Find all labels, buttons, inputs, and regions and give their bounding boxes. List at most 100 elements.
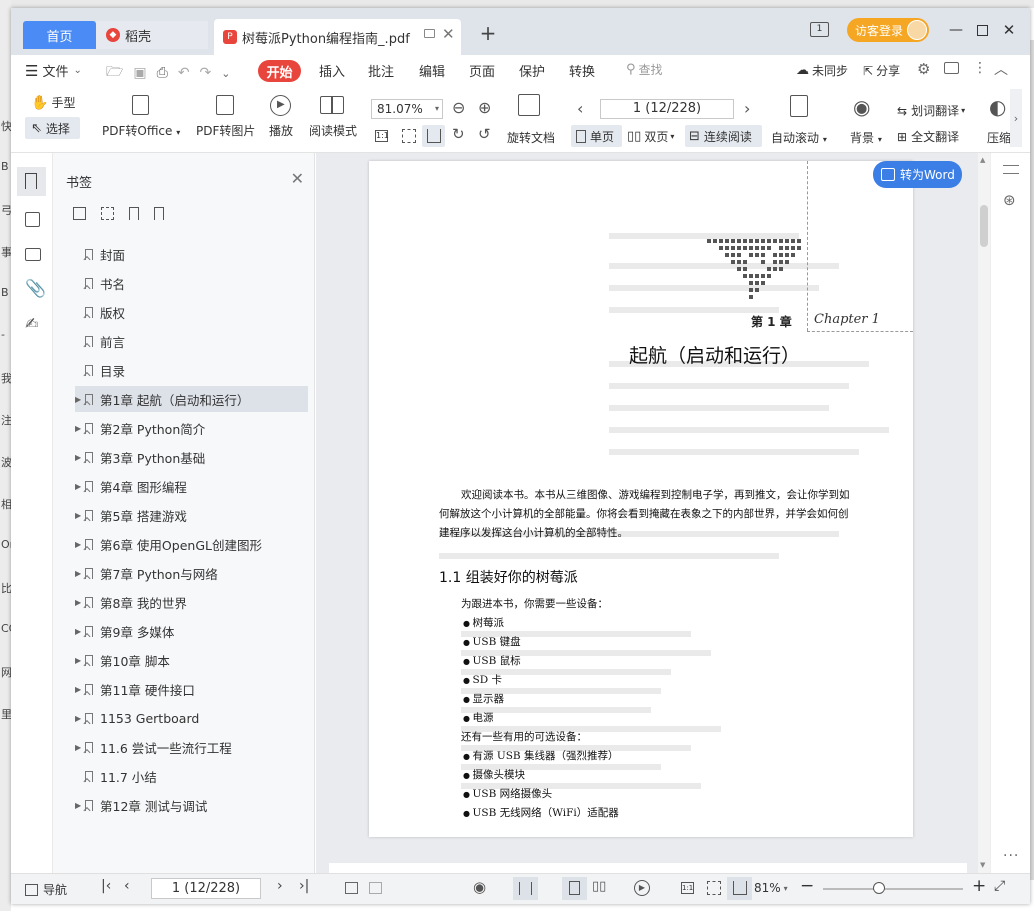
expand-arrow-icon[interactable]: ▶: [75, 453, 85, 462]
bookmark-item[interactable]: ▶ 第10章 脚本: [75, 647, 308, 673]
bookmark-item[interactable]: ▶ 第3章 Python基础: [75, 444, 308, 470]
bookmark-item[interactable]: ▶ 第2章 Python简介: [75, 415, 308, 441]
tab-pdf-document[interactable]: P 树莓派Python编程指南_.pdf ✕: [214, 19, 461, 55]
tab-window-icon[interactable]: [424, 29, 435, 38]
zoom-slider-handle[interactable]: [873, 882, 885, 894]
close-window-icon[interactable]: ✕: [996, 18, 1022, 42]
convert-to-word-button[interactable]: 转为Word: [873, 161, 962, 188]
status-zoom-select[interactable]: 81% ▾: [754, 881, 788, 895]
actual-size-icon[interactable]: 1:1: [375, 130, 389, 142]
bookmark-item[interactable]: ▶ 1153 Gertboard: [75, 705, 308, 731]
scroll-down-icon[interactable]: ▼: [980, 861, 985, 869]
background-button[interactable]: 背景 ▾: [850, 129, 882, 146]
bookmark-item[interactable]: 书名: [75, 270, 308, 296]
expand-arrow-icon[interactable]: ▶: [75, 511, 85, 520]
expand-arrow-icon[interactable]: ▶: [75, 482, 85, 491]
expand-arrow-icon[interactable]: ▶: [75, 801, 85, 810]
hand-tool[interactable]: ✋ 手型: [31, 94, 75, 111]
forward-icon[interactable]: [369, 882, 382, 894]
zoom-out-icon[interactable]: ⊖: [452, 98, 465, 117]
play-button[interactable]: 播放: [269, 122, 293, 139]
print-icon[interactable]: ⎙: [157, 65, 168, 81]
bookmark-item[interactable]: 封面: [75, 241, 308, 267]
bookmark-item[interactable]: ▶ 第6章 使用OpenGL创建图形: [75, 531, 308, 557]
save-icon[interactable]: ▣: [133, 65, 146, 81]
menu-convert[interactable]: 转换: [569, 61, 595, 80]
bookmark-item[interactable]: ▶ 第7章 Python与网络: [75, 560, 308, 586]
fit-page-status-icon[interactable]: [707, 881, 721, 895]
menu-edit[interactable]: 编辑: [419, 61, 445, 80]
menu-start[interactable]: 开始: [258, 60, 301, 82]
zoom-select[interactable]: 81.07% ▾: [371, 99, 443, 119]
search-text-icon[interactable]: ⊛: [1003, 191, 1016, 209]
more-vertical-icon[interactable]: ⋮: [973, 60, 987, 76]
bookmark-item[interactable]: ▶ 11.6 尝试一些流行工程: [75, 734, 308, 760]
bookmark-item[interactable]: ▶ 第9章 多媒体: [75, 618, 308, 644]
zoom-out-status-icon[interactable]: −: [800, 876, 814, 896]
first-page-icon[interactable]: |‹: [101, 878, 111, 894]
expand-arrow-icon[interactable]: ▶: [75, 598, 85, 607]
toolbar-scroll-right-icon[interactable]: ›: [1010, 89, 1022, 147]
compress-button[interactable]: 压缩: [987, 129, 1011, 146]
rotate-left-icon[interactable]: ↻: [452, 125, 465, 143]
navigation-toggle[interactable]: 导航: [25, 881, 67, 898]
fit-width-icon[interactable]: [427, 129, 441, 143]
single-page-status-icon[interactable]: [569, 881, 580, 895]
bookmark-item[interactable]: 版权: [75, 299, 308, 325]
expand-arrow-icon[interactable]: ▶: [75, 743, 85, 752]
double-page-button[interactable]: ▯▯ 双页 ▾: [627, 128, 674, 145]
single-page-button[interactable]: 单页: [576, 128, 614, 145]
file-menu[interactable]: ☰ 文件 ⌄: [25, 61, 82, 81]
scroll-up-icon[interactable]: ▲: [980, 156, 985, 164]
fit-width-status-icon[interactable]: [733, 881, 747, 895]
zoom-slider-track[interactable]: [823, 888, 963, 890]
visitor-login-button[interactable]: 访客登录: [847, 18, 929, 42]
redo-icon[interactable]: ↷: [200, 65, 212, 81]
share-button[interactable]: ⇱ 分享: [863, 62, 900, 79]
expand-arrow-icon[interactable]: ▶: [75, 627, 85, 636]
fit-page-icon[interactable]: [402, 129, 416, 143]
zoom-in-icon[interactable]: ⊕: [478, 98, 491, 117]
expand-arrow-icon[interactable]: ▶: [75, 569, 85, 578]
comment-icon[interactable]: [944, 62, 959, 74]
bookmark-icon[interactable]: [25, 173, 37, 189]
page-number-input[interactable]: 1 (12/228): [600, 99, 734, 119]
bookmark-item[interactable]: 11.7 小结: [75, 763, 308, 789]
expand-arrow-icon[interactable]: ▶: [75, 540, 85, 549]
comment-panel-icon[interactable]: [25, 248, 41, 261]
document-viewport[interactable]: 第 1 章 Chapter 1 起航（启动和运行） 欢迎阅读本书。本书从三维图像…: [316, 153, 978, 873]
bookmark-item[interactable]: ▶ 第5章 搭建游戏: [75, 502, 308, 528]
attachment-icon[interactable]: 📎: [25, 279, 46, 299]
more-icon[interactable]: ···: [1003, 848, 1019, 864]
back-icon[interactable]: [345, 882, 358, 894]
rotate-document-button[interactable]: 旋转文档: [507, 129, 555, 146]
menu-protect[interactable]: 保护: [519, 61, 545, 80]
prev-page-icon[interactable]: ‹: [124, 878, 130, 894]
auto-scroll-button[interactable]: 自动滚动 ▾: [771, 129, 827, 146]
pdf-to-image-button[interactable]: PDF转图片: [196, 122, 255, 139]
select-tool[interactable]: ⇖ 选择: [31, 120, 70, 137]
properties-icon[interactable]: [1003, 165, 1019, 174]
close-panel-icon[interactable]: ✕: [291, 169, 304, 188]
bookmark-item[interactable]: 前言: [75, 328, 308, 354]
thumbnail-icon[interactable]: [25, 212, 40, 227]
expand-arrow-icon[interactable]: ▶: [75, 656, 85, 665]
expand-arrow-icon[interactable]: ▶: [75, 714, 85, 723]
vertical-scrollbar[interactable]: ▲ ▼: [978, 153, 990, 873]
bookmark-item[interactable]: ▶ 第4章 图形编程: [75, 473, 308, 499]
rotate-right-icon[interactable]: ↺: [478, 125, 491, 143]
pdf-to-office-button[interactable]: PDF转Office ▾: [102, 122, 180, 139]
collapse-ribbon-icon[interactable]: ︿: [994, 59, 1008, 79]
fullscreen-icon[interactable]: ⤢: [994, 878, 1005, 894]
bookmark-item[interactable]: ▶ 第8章 我的世界: [75, 589, 308, 615]
expand-arrow-icon[interactable]: ▶: [75, 424, 85, 433]
menu-page[interactable]: 页面: [469, 61, 495, 80]
word-translate-button[interactable]: ⇆ 划词翻译 ▾: [897, 102, 965, 119]
expand-arrow-icon[interactable]: ▶: [75, 395, 85, 404]
add-child-bookmark-icon[interactable]: [101, 207, 114, 220]
continuous-status-icon[interactable]: [519, 882, 532, 895]
tab-close-icon[interactable]: ✕: [442, 25, 455, 43]
play-status-icon[interactable]: ▶: [634, 880, 650, 896]
tab-home[interactable]: 首页: [23, 21, 96, 49]
settings-icon[interactable]: ⚙: [917, 60, 930, 78]
